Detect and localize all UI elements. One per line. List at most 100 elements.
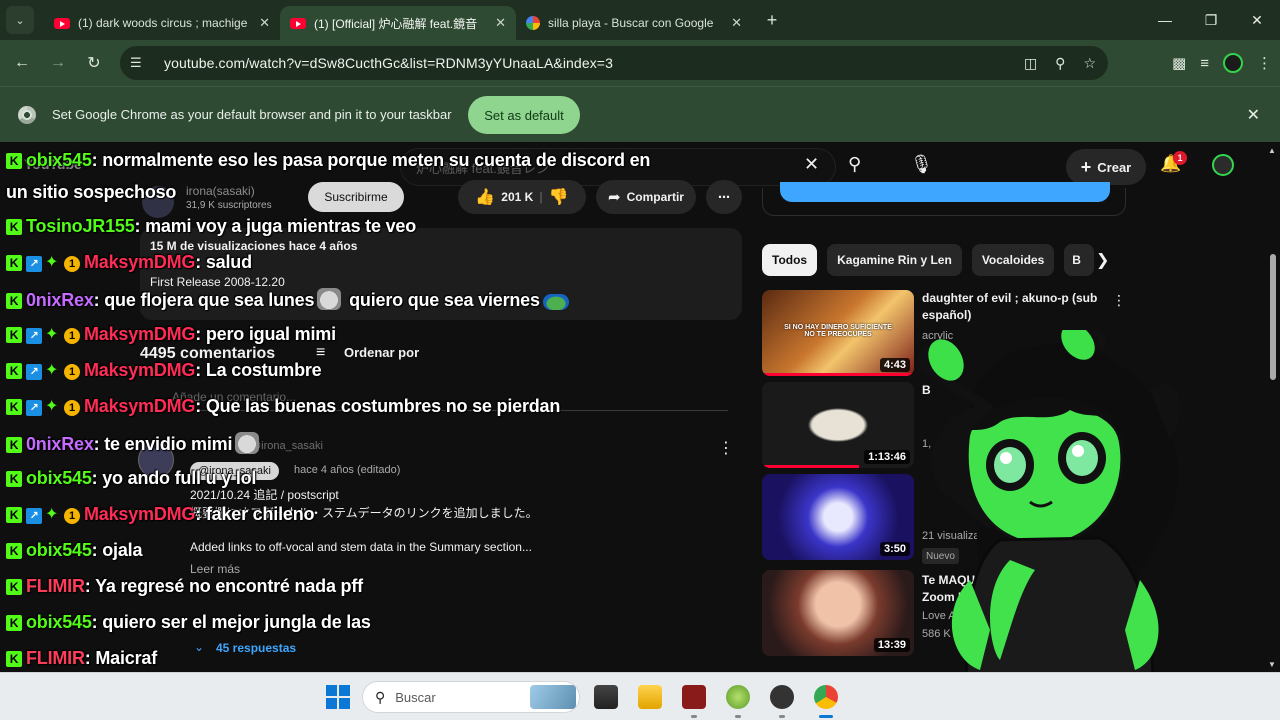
- chat-username[interactable]: FLIMIR: [26, 648, 85, 668]
- subscriber-badge-icon: ↗: [26, 508, 42, 524]
- app-running-indicator: [779, 715, 785, 718]
- url-text[interactable]: youtube.com/watch?v=dSw8CucthGc&list=RDN…: [164, 55, 613, 71]
- task-view-icon[interactable]: [594, 685, 618, 709]
- tab-2[interactable]: (1) [Official] 炉心融解 feat.鏡音 ✕: [280, 6, 516, 40]
- windows-taskbar: ⚲ Buscar: [0, 672, 1280, 720]
- chevron-right-icon[interactable]: ❯: [1096, 250, 1109, 270]
- chat-username[interactable]: 0nixRex: [26, 434, 94, 454]
- chat-username[interactable]: MaksymDMG: [84, 504, 195, 524]
- chat-message: K 0nixRex: te envidio mimi: [6, 432, 262, 455]
- zoom-icon[interactable]: ⚲: [1055, 55, 1065, 72]
- windows-start-icon[interactable]: [326, 685, 350, 709]
- account-avatar[interactable]: [1212, 154, 1234, 176]
- chip-kagamine[interactable]: Kagamine Rin y Len: [827, 244, 962, 276]
- kick-badge-icon: K: [6, 363, 22, 379]
- chat-text: : yo ando full u y lol: [91, 468, 257, 488]
- app-icon-1[interactable]: [682, 685, 706, 709]
- create-button[interactable]: + Crear: [1066, 149, 1146, 185]
- tab-3[interactable]: silla playa - Buscar con Google ✕: [516, 6, 752, 40]
- extensions-icon[interactable]: ▩: [1172, 54, 1186, 72]
- tab-strip: ⌄ (1) dark woods circus ; machige ✕ (1) …: [0, 0, 1280, 40]
- chat-username[interactable]: obix545: [26, 612, 92, 632]
- search-icon[interactable]: ⚲: [848, 154, 861, 175]
- set-default-button[interactable]: Set as default: [468, 96, 580, 134]
- kick-badge-icon: K: [6, 651, 22, 667]
- chat-message: K ↗ ✦ 1 MaksymDMG: pero igual mimi: [6, 324, 336, 345]
- youtube-icon: [290, 17, 306, 29]
- related-title-1[interactable]: daughter of evil ; akuno-p (sub español): [922, 290, 1102, 324]
- kick-badge-icon: K: [6, 293, 22, 309]
- chat-username[interactable]: MaksymDMG: [84, 252, 195, 272]
- close-icon[interactable]: ✕: [1247, 105, 1260, 125]
- scroll-up-arrow[interactable]: ▲: [1268, 146, 1276, 155]
- reading-list-icon[interactable]: ≡: [1200, 55, 1209, 72]
- tab-search-button[interactable]: ⌄: [6, 6, 34, 34]
- kick-badge-icon: K: [6, 219, 22, 235]
- new-tab-button[interactable]: +: [758, 10, 786, 31]
- site-info-icon[interactable]: ☰: [130, 55, 152, 71]
- microphone-icon[interactable]: 🎙: [910, 154, 933, 175]
- chat-text: : Maicraf: [84, 648, 158, 668]
- chat-text: : salud: [195, 252, 252, 272]
- frog-emote-icon: [542, 294, 569, 310]
- chat-message: K 0nixRex: que flojera que sea lunes quie…: [6, 288, 572, 311]
- forward-icon[interactable]: →: [40, 54, 76, 72]
- kick-badge-icon: K: [6, 437, 22, 453]
- screen: ⌄ (1) dark woods circus ; machige ✕ (1) …: [0, 0, 1280, 720]
- menu-icon[interactable]: ⋮: [1257, 54, 1272, 72]
- chat-message: un sitio sospechoso: [6, 182, 176, 203]
- google-icon: [526, 16, 540, 30]
- chat-username[interactable]: MaksymDMG: [84, 360, 195, 380]
- app-icon-3[interactable]: [770, 685, 794, 709]
- chat-username[interactable]: MaksymDMG: [84, 396, 195, 416]
- toolbar-right: ▩ ≡ ⋮: [1172, 40, 1272, 86]
- subscriber-badge-icon: ↗: [26, 328, 42, 344]
- chat-message: K TosinoJR155: mami voy a juga mientras t…: [6, 216, 416, 237]
- chat-username[interactable]: TosinoJR155: [26, 216, 135, 236]
- close-icon[interactable]: ✕: [259, 15, 270, 31]
- chat-message: K ↗ ✦ 1 MaksymDMG: salud: [6, 252, 252, 273]
- chat-text: : mami voy a juga mientras te veo: [134, 216, 417, 236]
- window-controls: — ❐ ✕: [1142, 0, 1280, 40]
- kick-badge-icon: K: [6, 399, 22, 415]
- close-icon[interactable]: ✕: [495, 15, 506, 31]
- app-icon-2[interactable]: [726, 685, 750, 709]
- subscriber-badge-icon: ↗: [26, 364, 42, 380]
- chrome-taskbar-icon[interactable]: [814, 685, 838, 709]
- close-icon[interactable]: ✕: [731, 15, 742, 31]
- chat-username[interactable]: obix545: [26, 468, 92, 488]
- minimize-button[interactable]: —: [1142, 0, 1188, 40]
- clear-search-icon[interactable]: ✕: [804, 154, 819, 175]
- chat-username[interactable]: FLIMIR: [26, 576, 85, 596]
- tab-1-label: (1) dark woods circus ; machige: [78, 16, 248, 30]
- chip-all[interactable]: Todos: [762, 244, 818, 276]
- file-explorer-icon[interactable]: [638, 685, 662, 709]
- chat-text: un sitio sospechoso: [6, 182, 177, 202]
- profile-avatar[interactable]: [1223, 53, 1243, 73]
- cat-emote-icon: [317, 288, 342, 310]
- chip-vocaloids[interactable]: Vocaloides: [971, 244, 1055, 276]
- search-icon: ⚲: [375, 688, 386, 705]
- scrollbar-thumb[interactable]: [1270, 254, 1276, 380]
- join-button[interactable]: [780, 182, 1110, 202]
- chip-more[interactable]: B: [1064, 244, 1095, 276]
- maximize-button[interactable]: ❐: [1188, 0, 1234, 40]
- back-icon[interactable]: ←: [4, 54, 40, 72]
- chat-username[interactable]: obix545: [26, 540, 92, 560]
- install-app-icon[interactable]: ◫: [1024, 55, 1037, 72]
- close-window-button[interactable]: ✕: [1234, 0, 1280, 40]
- chat-message: Kobix545: yo ando full u y lol: [6, 468, 256, 489]
- chat-username[interactable]: obix545: [26, 150, 92, 170]
- chat-username[interactable]: 0nixRex: [26, 290, 94, 310]
- tier-badge-icon: 1: [64, 400, 80, 416]
- reload-icon[interactable]: ↻: [76, 53, 112, 73]
- chat-text: : Que las buenas costumbres no se pierda…: [195, 396, 561, 416]
- tab-2-label: (1) [Official] 炉心融解 feat.鏡音: [314, 16, 478, 31]
- address-bar[interactable]: ☰ youtube.com/watch?v=dSw8CucthGc&list=R…: [120, 46, 1108, 80]
- bookmark-star-icon[interactable]: ☆: [1083, 55, 1096, 72]
- tab-1[interactable]: (1) dark woods circus ; machige ✕: [44, 6, 280, 40]
- chat-username[interactable]: MaksymDMG: [84, 324, 195, 344]
- related-kebab-icon[interactable]: ⋮: [1112, 292, 1126, 309]
- omnibox-actions: ◫ ⚲ ☆: [1024, 55, 1096, 72]
- gift-badge-icon: ✦: [45, 326, 59, 343]
